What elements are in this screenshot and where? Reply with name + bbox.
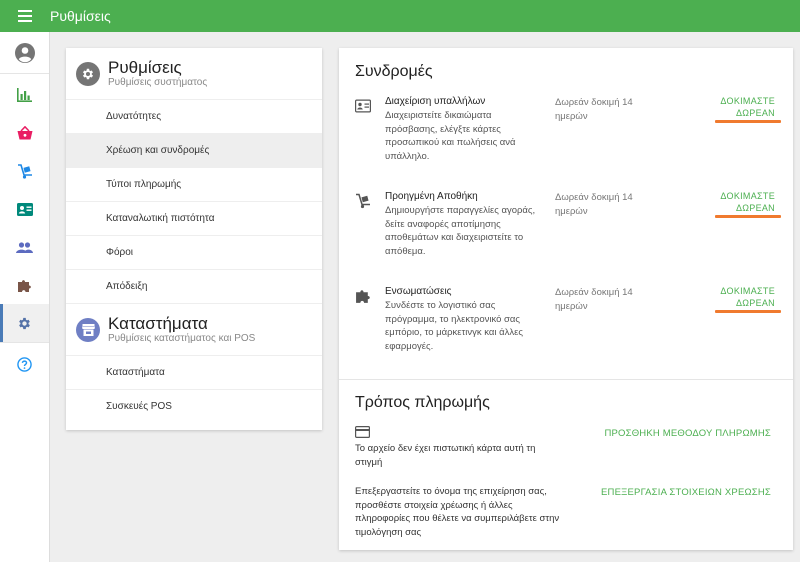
store-icon [81, 323, 95, 336]
billing-card: Συνδρομές Διαχείριση υπαλλήλων Διαχειρισ… [339, 48, 793, 550]
try-free-button[interactable]: ΔΟΚΙΜΑΣΤΕ ΔΩΡΕΑΝ [707, 95, 775, 119]
subscription-trial: Δωρεάν δοκιμή 14 ημερών [555, 287, 633, 312]
edit-billing-button[interactable]: ΕΠΕΞΕΡΓΑΣΙΑ ΣΤΟΙΧΕΙΩΝ ΧΡΕΩΣΗΣ [601, 487, 771, 498]
gear-icon [19, 317, 30, 329]
menu-item-pos-devices[interactable]: Συσκευές POS [66, 389, 322, 423]
bar-chart-icon [17, 88, 32, 102]
menu-item-receipt[interactable]: Απόδειξη [66, 269, 322, 303]
sidebar [0, 32, 50, 562]
id-card-icon [16, 202, 33, 216]
profile-button[interactable] [0, 32, 49, 74]
subscription-name: Προηγμένη Αποθήκη [385, 191, 478, 202]
system-settings-header: Ρυθμίσεις Ρυθμίσεις συστήματος [66, 48, 322, 99]
id-card-icon [355, 99, 371, 113]
nav-sales[interactable] [0, 114, 49, 152]
basket-icon [17, 126, 32, 140]
section-divider [339, 379, 793, 380]
subscription-row: Προηγμένη Αποθήκη Δημιουργήστε παραγγελί… [355, 191, 785, 271]
menu-item-features[interactable]: Δυνατότητες [66, 99, 322, 133]
subscription-description: Συνδέστε το λογιστικό σας πρόγραμμα, το … [385, 300, 523, 352]
try-free-button[interactable]: ΔΟΚΙΜΑΣΤΕ ΔΩΡΕΑΝ [707, 190, 775, 214]
try-free-button[interactable]: ΔΟΚΙΜΑΣΤΕ ΔΩΡΕΑΝ [707, 285, 775, 309]
payment-method-title: Τρόπος πληρωμής [355, 394, 490, 411]
billing-info-text: Επεξεργαστείτε το όνομα της επιχείρηση σ… [355, 486, 560, 538]
no-card-text: Το αρχείο δεν έχει πιστωτική κάρτα αυτή … [355, 443, 536, 468]
nav-reports[interactable] [0, 76, 49, 114]
menu-icon [18, 10, 32, 22]
menu-item-loyalty[interactable]: Καταναλωτική πιστότητα [66, 201, 322, 235]
credit-card-icon [355, 426, 370, 438]
system-settings-subtitle: Ρυθμίσεις συστήματος [108, 76, 208, 88]
subscription-row: Διαχείριση υπαλλήλων Διαχειριστείτε δικα… [355, 96, 785, 176]
account-circle-icon [14, 42, 35, 63]
puzzle-icon [356, 290, 370, 303]
subscription-name: Ενσωματώσεις [385, 286, 452, 297]
menu-item-taxes[interactable]: Φόροι [66, 235, 322, 269]
highlight-underline [715, 310, 781, 313]
subscription-trial: Δωρεάν δοκιμή 14 ημερών [555, 192, 633, 217]
subscription-description: Δημιουργήστε παραγγελίες αγοράς, δείτε α… [385, 205, 536, 257]
hand-truck-icon [17, 163, 32, 179]
system-settings-title: Ρυθμίσεις [108, 57, 182, 77]
nav-customers[interactable] [0, 228, 49, 266]
stores-settings-header: Καταστήματα Ρυθμίσεις καταστήματος και P… [66, 303, 322, 355]
subscription-trial: Δωρεάν δοκιμή 14 ημερών [555, 97, 633, 122]
system-settings-badge [76, 61, 100, 86]
hand-truck-icon [356, 193, 370, 209]
nav-help[interactable] [0, 345, 49, 383]
highlight-underline [715, 215, 781, 218]
menu-item-billing[interactable]: Χρέωση και συνδρομές [66, 133, 322, 167]
puzzle-icon [18, 279, 31, 292]
stores-settings-subtitle: Ρυθμίσεις καταστήματος και POS [108, 332, 256, 344]
nav-employees[interactable] [0, 190, 49, 228]
sidebar-divider [0, 342, 49, 343]
menu-button[interactable] [0, 0, 50, 32]
nav-settings[interactable] [0, 304, 49, 342]
app-bar: Ρυθμίσεις [0, 0, 800, 32]
stores-settings-title: Καταστήματα [108, 313, 208, 333]
page-title: Ρυθμίσεις [50, 8, 111, 24]
subscriptions-title: Συνδρομές [355, 63, 433, 80]
menu-item-payment-types[interactable]: Τύποι πληρωμής [66, 167, 322, 201]
stores-settings-badge [76, 317, 100, 342]
help-circle-icon [17, 356, 32, 372]
subscription-name: Διαχείριση υπαλλήλων [385, 96, 486, 107]
subscription-row: Ενσωματώσεις Συνδέστε το λογιστικό σας π… [355, 286, 785, 366]
add-payment-method-button[interactable]: ΠΡΟΣΘΗΚΗ ΜΕΘΟΔΟΥ ΠΛΗΡΩΜΗΣ [604, 428, 771, 439]
people-icon [16, 241, 33, 253]
settings-menu-card: Ρυθμίσεις Ρυθμίσεις συστήματος Δυνατότητ… [66, 48, 322, 430]
subscription-description: Διαχειριστείτε δικαιώματα πρόσβασης, ελέ… [385, 110, 516, 162]
highlight-underline [715, 120, 781, 123]
nav-inventory[interactable] [0, 152, 49, 190]
nav-integrations[interactable] [0, 266, 49, 304]
gear-icon [82, 68, 94, 79]
menu-item-stores[interactable]: Καταστήματα [66, 355, 322, 389]
